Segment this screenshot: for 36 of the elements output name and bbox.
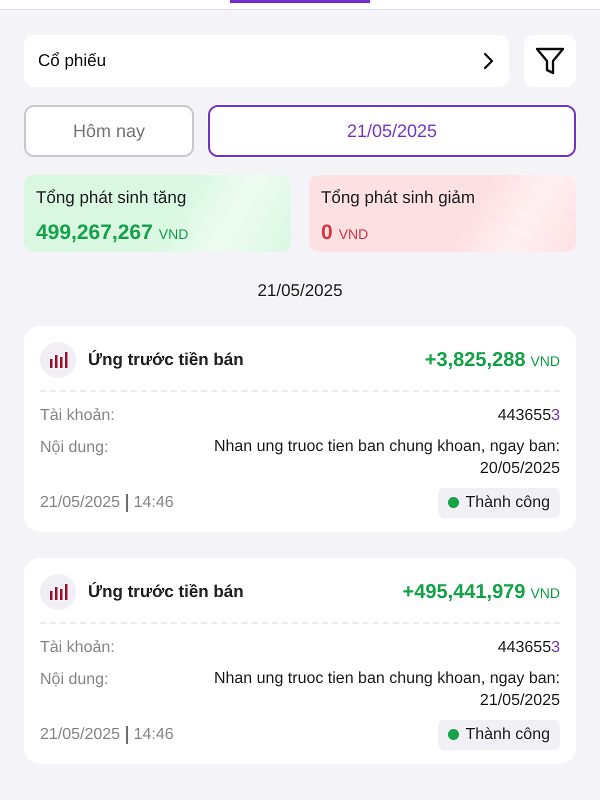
status-badge: Thành công (438, 720, 560, 750)
field-label: Tài khoản: (40, 638, 115, 658)
transaction-content: Nhan ung truoc tien ban chung khoan, ngay ban: 20/05/2025 (212, 436, 560, 478)
summary-label: Tổng phát sinh tăng (36, 187, 186, 209)
summary-amount: 499,267,267 (36, 220, 153, 246)
currency-label: VND (530, 352, 560, 370)
field-label: Nội dung: (40, 670, 108, 690)
currency-label: VND (158, 224, 188, 244)
currency-label: VND (338, 224, 368, 244)
transaction-time: 14:46 (134, 724, 174, 744)
account-number: 4436553 (498, 638, 560, 658)
bar-chart-icon (40, 342, 76, 378)
transaction-content: Nhan ung truoc tien ban chung khoan, ngay ban: 21/05/2025 (212, 668, 560, 710)
filter-button[interactable] (524, 35, 576, 87)
group-date: 21/05/2025 (257, 280, 343, 302)
currency-label: VND (530, 584, 560, 602)
transaction-amount: +3,825,288 (424, 348, 526, 372)
date-tab[interactable]: 21/05/2025 (208, 105, 576, 157)
status-badge: Thành công (438, 488, 560, 518)
transaction-date: 21/05/2025 (40, 492, 120, 512)
summary-amount: 0 (321, 220, 333, 246)
category-value: Cổ phiếu (38, 50, 106, 72)
chevron-right-icon (483, 52, 495, 70)
transaction-title: Ứng trước tiền bán (88, 348, 244, 371)
transaction-amount: +495,441,979 (402, 580, 526, 604)
transaction-time: 14:46 (134, 492, 174, 512)
bar-chart-icon (40, 574, 76, 610)
date-tab[interactable]: Hôm nay (24, 105, 194, 157)
field-label: Nội dung: (40, 438, 108, 458)
filter-icon (535, 46, 565, 76)
summary-label: Tổng phát sinh giảm (321, 187, 476, 209)
field-label: Tài khoản: (40, 406, 115, 426)
account-number: 4436553 (498, 406, 560, 426)
transaction-date: 21/05/2025 (40, 724, 120, 744)
category-select[interactable]: Cổ phiếu (24, 35, 509, 87)
transaction-title: Ứng trước tiền bán (88, 580, 244, 603)
